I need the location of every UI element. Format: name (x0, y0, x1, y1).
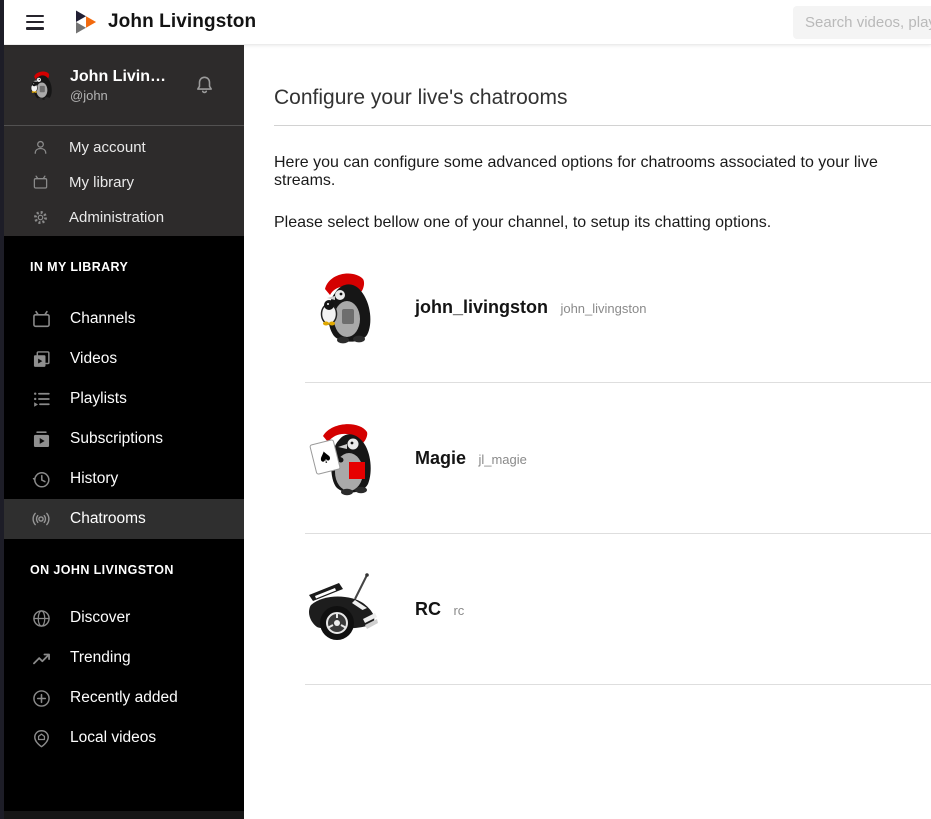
intro-paragraph-2: Please select bellow one of your channel… (274, 214, 772, 231)
home-pin-icon (33, 729, 49, 747)
penguin-magician-card-avatar: ♠ (305, 418, 385, 498)
peertube-logo-icon (76, 10, 97, 34)
penguin-red-hat-avatar (305, 267, 385, 347)
sidebar-item-channels[interactable]: Channels (0, 299, 244, 339)
playlist-icon (33, 392, 50, 407)
gear-icon (34, 211, 47, 224)
top-header: John Livingston (0, 0, 931, 45)
intro-paragraph-1: Here you can configure some advanced opt… (274, 154, 878, 189)
tv-icon (33, 175, 48, 189)
channel-row-magie[interactable]: ♠ Magie jl_magie (305, 383, 931, 534)
plus-circle-icon (32, 689, 50, 707)
sidebar-item-label: Videos (70, 350, 118, 367)
channel-display-name[interactable]: Magie (415, 448, 466, 468)
sidebar-item-label: Local videos (70, 729, 157, 746)
user-icon (34, 140, 47, 154)
section-title-in-my-library: IN MY LIBRARY (30, 260, 129, 274)
sidebar-item-label: Subscriptions (70, 430, 164, 447)
rc-car-avatar (305, 569, 385, 649)
main-content: Configure your live's chatrooms Here you… (244, 45, 931, 819)
sidebar-item-history[interactable]: History (0, 459, 244, 499)
sidebar-item-label: Administration (69, 209, 165, 226)
sidebar-item-label: Chatrooms (70, 510, 146, 527)
sidebar-item-recently-added[interactable]: Recently added (0, 678, 244, 718)
page-title: Configure your live's chatrooms (274, 86, 568, 109)
sidebar-item-label: Recently added (70, 689, 178, 706)
channel-text: Magie jl_magie (415, 448, 527, 469)
sidebar-item-chatrooms[interactable]: Chatrooms (0, 499, 244, 539)
sidebar-item-label: History (70, 470, 119, 487)
history-icon (32, 471, 50, 488)
logged-user-row[interactable]: John Livingston @john (0, 45, 244, 125)
section-title-on-instance: ON JOHN LIVINGSTON (30, 563, 174, 577)
instance-title[interactable]: John Livingston (108, 11, 256, 33)
user-handle: @john (70, 87, 108, 103)
channel-display-name[interactable]: john_livingston (415, 297, 548, 317)
channel-handle: rc (453, 602, 465, 618)
sidebar-item-subscriptions[interactable]: Subscriptions (0, 419, 244, 459)
sidebar-item-label: Playlists (70, 390, 127, 407)
account-block: John Livingston @john My account (0, 45, 244, 236)
sidebar: John Livingston @john My account (0, 45, 244, 819)
sidebar-item-label: Discover (70, 609, 131, 626)
channel-row-john-livingston[interactable]: john_livingston john_livingston (305, 232, 931, 383)
user-display-name: John Livingston (70, 67, 172, 85)
channel-handle: jl_magie (478, 451, 527, 467)
sidebar-item-playlists[interactable]: Playlists (0, 379, 244, 419)
channel-handle: john_livingston (560, 300, 647, 316)
sidebar-item-my-library[interactable]: My library (0, 165, 244, 200)
sidebar-item-label: Channels (70, 310, 136, 327)
sidebar-item-trending[interactable]: Trending (0, 638, 244, 678)
sidebar-item-my-account[interactable]: My account (0, 130, 244, 165)
sidebar-scrollbar[interactable] (4, 811, 244, 819)
trending-icon (32, 653, 50, 664)
sidebar-item-label: My account (69, 139, 146, 156)
hamburger-menu-icon[interactable] (26, 14, 44, 30)
channel-text: RC rc (415, 599, 464, 620)
globe-icon (32, 609, 50, 627)
title-separator (274, 125, 931, 126)
sidebar-item-videos[interactable]: Videos (0, 339, 244, 379)
search-input[interactable] (793, 6, 931, 39)
channel-row-rc[interactable]: RC rc (305, 534, 931, 685)
subscriptions-icon (33, 430, 49, 447)
account-menu: My account My library Administration (0, 125, 244, 236)
window-edge-strip (0, 0, 4, 819)
channel-list: john_livingston john_livingston ♠ Magie … (305, 232, 931, 685)
user-meta[interactable]: John Livingston @john (70, 68, 172, 103)
bell-icon (197, 76, 212, 93)
videos-icon (33, 350, 50, 367)
sidebar-item-label: Trending (70, 649, 131, 666)
home-link[interactable]: John Livingston (76, 10, 256, 34)
sidebar-item-label: My library (69, 174, 135, 191)
notifications-button[interactable] (193, 74, 216, 97)
tv-icon (32, 310, 50, 327)
sidebar-item-local-videos[interactable]: Local videos (0, 718, 244, 758)
channel-display-name[interactable]: RC (415, 599, 441, 619)
live-broadcast-icon (32, 512, 50, 526)
user-avatar[interactable] (24, 68, 58, 102)
sidebar-item-discover[interactable]: Discover (0, 598, 244, 638)
sidebar-item-administration[interactable]: Administration (0, 200, 244, 235)
channel-text: john_livingston john_livingston (415, 297, 646, 318)
